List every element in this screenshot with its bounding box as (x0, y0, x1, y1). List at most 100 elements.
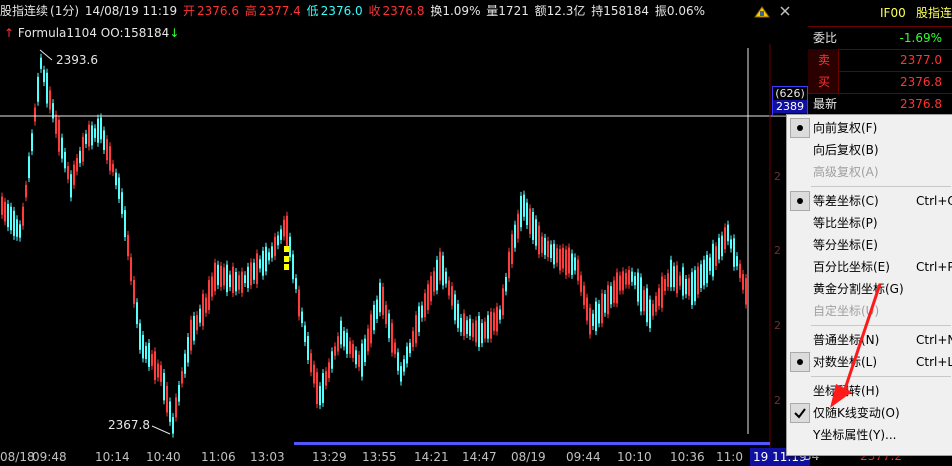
menu-item[interactable]: Y坐标属性(Y)... (787, 424, 952, 446)
horizontal-scrollbar[interactable] (294, 442, 770, 445)
candle-body (16, 219, 18, 237)
candle-body (418, 306, 420, 333)
candle-body (70, 174, 72, 198)
signal-marker (284, 264, 289, 270)
time-tick: 09:44 (566, 450, 601, 464)
menu-item[interactable]: 等比坐标(P) (787, 212, 952, 234)
candle-body (691, 272, 693, 305)
low-mark-leader (151, 425, 171, 435)
candle-body (589, 307, 591, 335)
candle-body (724, 227, 726, 250)
candle-body (181, 371, 183, 384)
menu-item-label: 等比坐标(P) (813, 216, 878, 230)
candle-body (250, 262, 252, 286)
candle-body (580, 275, 582, 293)
low-mark-label: 2367.8 (108, 418, 150, 432)
candle-body (109, 146, 111, 171)
candle-body (679, 275, 681, 286)
candle-body (301, 311, 303, 324)
price-tick: 2 (774, 244, 781, 257)
candle-body (187, 337, 189, 363)
candle-body (286, 215, 288, 246)
candle-body (430, 276, 432, 302)
menu-separator (811, 186, 951, 187)
candle-body (127, 234, 129, 257)
candle-body (28, 156, 30, 179)
candle-body (412, 331, 414, 348)
candle-body (376, 299, 378, 319)
candle-body (700, 264, 702, 288)
candle-body (43, 69, 45, 83)
price-axis-cursor-top: (626) (775, 87, 805, 100)
close-icon[interactable] (778, 4, 792, 18)
candle-body (718, 237, 720, 260)
candle-body (598, 303, 600, 324)
candle-body (193, 315, 195, 341)
candle-body (202, 293, 204, 326)
candle-body (655, 296, 657, 312)
time-tick: 10:36 (670, 450, 705, 464)
candle-body (493, 312, 495, 331)
radio-bullet-icon (790, 352, 810, 372)
formula-name[interactable]: Formula1104 (18, 26, 97, 40)
candle-body (661, 276, 663, 308)
high-label: 高 (244, 4, 257, 18)
menu-item[interactable]: 等分坐标(E) (787, 234, 952, 256)
menu-item[interactable]: 百分比坐标(E) Ctrl+P (787, 256, 952, 278)
candle-body (553, 243, 555, 265)
candle-body (577, 259, 579, 281)
candle-body (37, 76, 39, 102)
price-tick: 2 (774, 394, 781, 407)
candle-body (706, 254, 708, 284)
candle-body (496, 306, 498, 332)
low-label: 低 (306, 4, 319, 18)
candle-body (7, 203, 9, 228)
candle-body (436, 259, 438, 291)
candle-body (451, 286, 453, 306)
candle-body (4, 201, 6, 222)
candle-body (19, 224, 21, 238)
candle-body (640, 277, 642, 312)
volume-value: 量1721 (486, 4, 529, 18)
candle-body (10, 206, 12, 231)
kline-chart[interactable]: 2393.6 2367.8 2 2 2 2 (0, 44, 790, 448)
candle-body (715, 246, 717, 266)
time-tick: 10:40 (146, 450, 181, 464)
menu-item[interactable]: 等差坐标(C) Ctrl+Q (787, 190, 952, 212)
price-tick: 2 (774, 170, 781, 183)
candle-body (460, 317, 462, 332)
weibi-row: 委比 -1.69% (808, 27, 952, 50)
candle-body (121, 192, 123, 214)
candle-body (205, 297, 207, 313)
menu-item[interactable]: 向前复权(F) (787, 117, 952, 139)
candle-body (331, 351, 333, 369)
candle-body (559, 248, 561, 271)
candle-body (403, 359, 405, 372)
chart-settings-icon[interactable] (754, 5, 770, 19)
time-tick: 13:03 (250, 450, 285, 464)
candle-body (184, 353, 186, 374)
candle-body (526, 202, 528, 226)
candle-body (541, 236, 543, 253)
candle-body (688, 278, 690, 296)
candle-body (31, 133, 33, 152)
candle-body (613, 280, 615, 303)
candle-body (46, 72, 48, 104)
candle-body (448, 280, 450, 296)
candle-body (472, 323, 474, 338)
candle-body (304, 325, 306, 343)
candle-body (481, 323, 483, 344)
candle-body (535, 219, 537, 246)
checkmark-icon (790, 403, 810, 423)
candle-body (34, 107, 36, 122)
candle-body (58, 119, 60, 152)
candle-body (145, 346, 147, 360)
sell-value: 2377.0 (900, 53, 942, 67)
candle-body (40, 57, 42, 69)
candle-body (73, 164, 75, 185)
candle-body (727, 224, 729, 242)
candle-body (313, 364, 315, 384)
candle-body (712, 243, 714, 277)
signal-marker (284, 246, 289, 252)
menu-item[interactable]: 向后复权(B) (787, 139, 952, 161)
